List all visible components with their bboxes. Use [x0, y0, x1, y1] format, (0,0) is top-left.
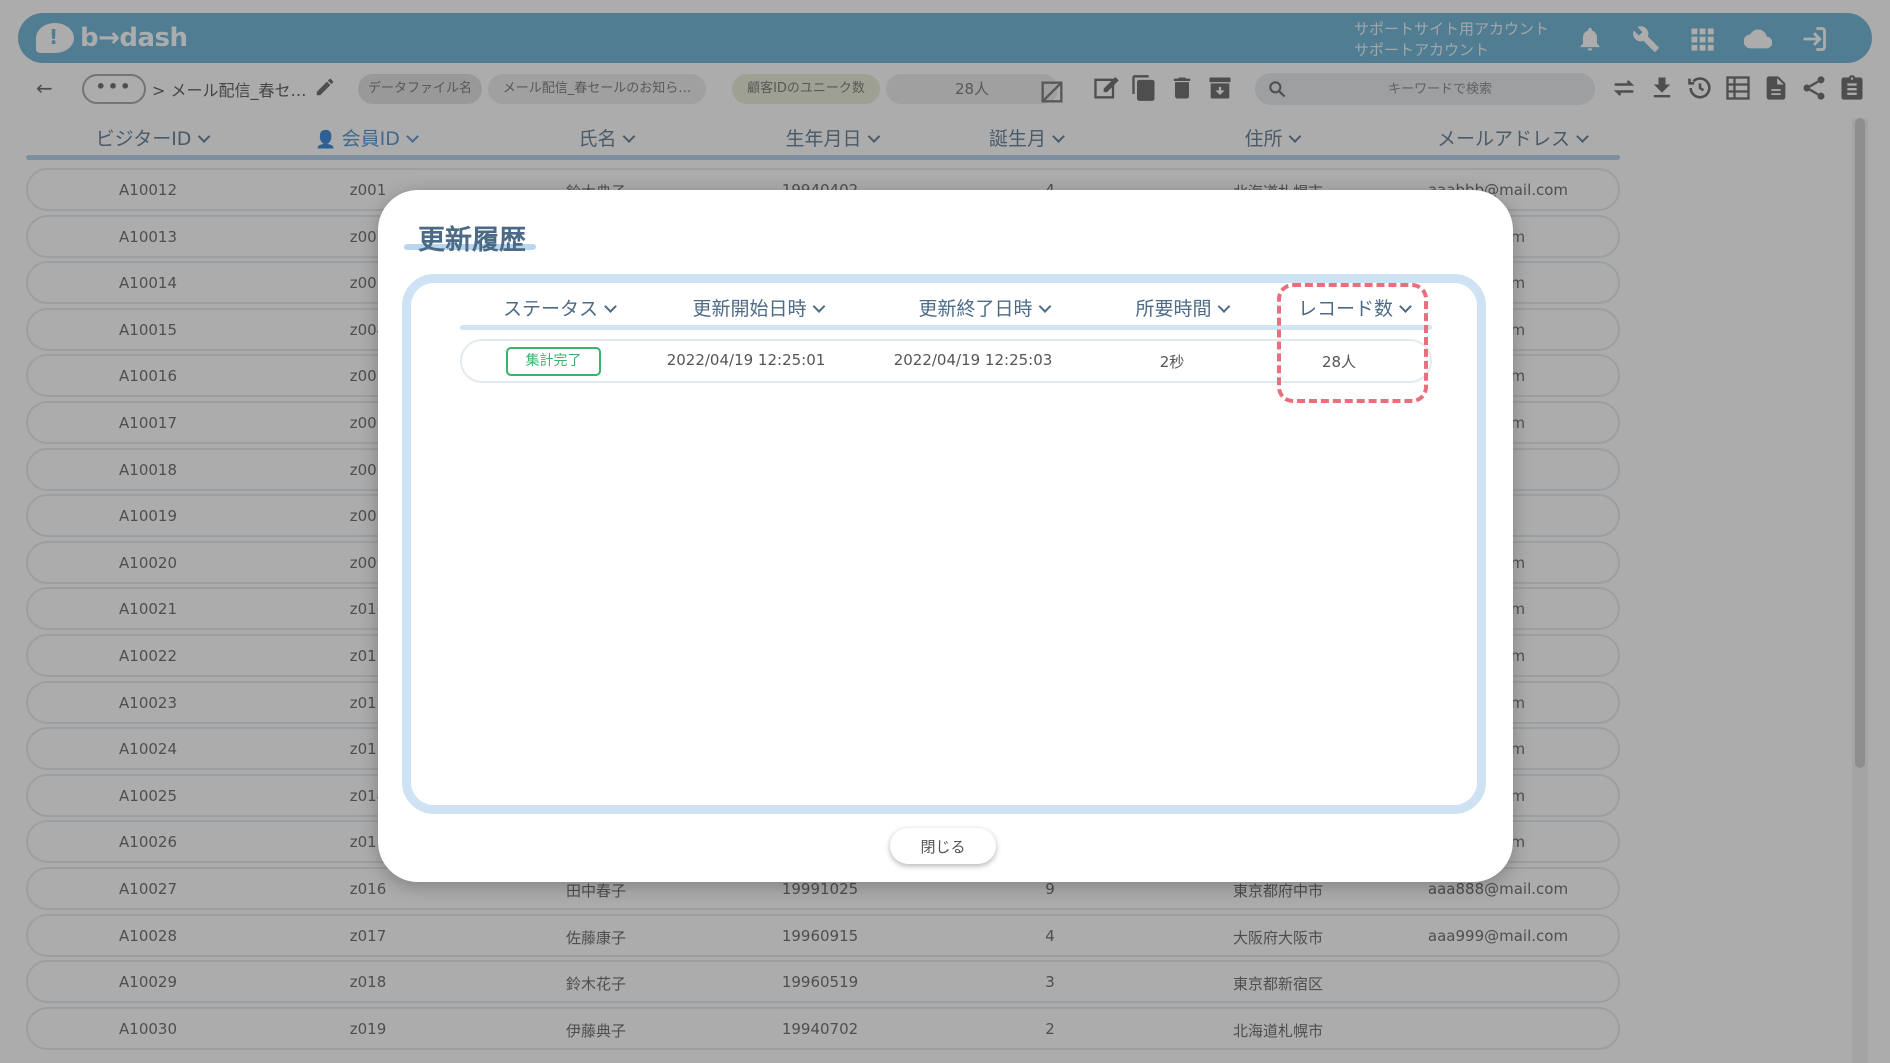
status-badge: 集計完了: [506, 347, 601, 376]
history-header-status[interactable]: ステータス: [503, 294, 617, 321]
history-end-time: 2022/04/19 12:25:03: [893, 351, 1053, 369]
history-header-end[interactable]: 更新終了日時: [918, 294, 1052, 321]
update-history-dialog: 更新履歴 ステータス 更新開始日時 更新終了日時 所要時間 レコード数 集計完了…: [378, 190, 1513, 882]
history-header-start[interactable]: 更新開始日時: [692, 294, 826, 321]
dialog-title: 更新履歴: [418, 225, 526, 256]
history-header-duration[interactable]: 所要時間: [1135, 294, 1231, 321]
record-count-highlight: [1277, 283, 1428, 403]
history-duration: 2秒: [1159, 353, 1185, 371]
history-start-time: 2022/04/19 12:25:01: [666, 351, 826, 369]
close-button[interactable]: 閉じる: [890, 828, 996, 864]
